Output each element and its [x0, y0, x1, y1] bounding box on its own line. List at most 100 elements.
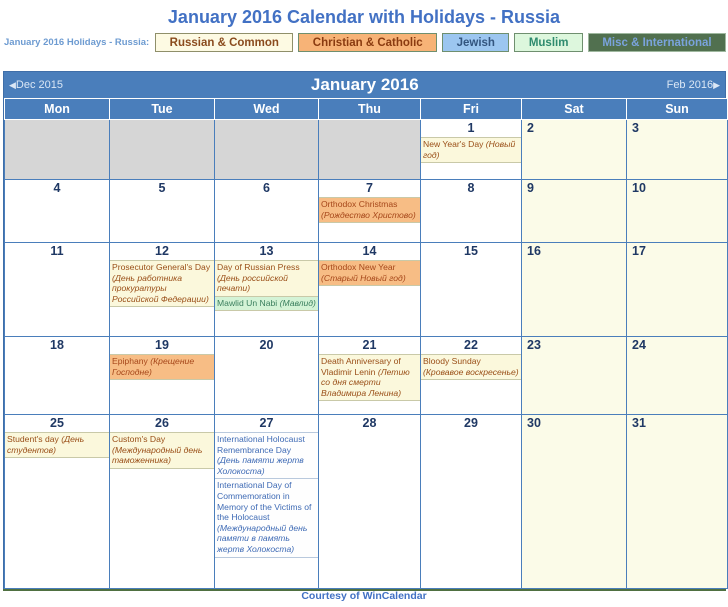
calendar-day-cell[interactable]: 4 — [4, 179, 110, 243]
calendar-day-cell[interactable]: 12 Prosecutor General's Day (День работни… — [109, 242, 215, 337]
calendar-day-cell[interactable]: 31 — [626, 414, 728, 589]
legend-item-christian[interactable]: Christian & Catholic — [298, 32, 438, 52]
day-number: 15 — [464, 244, 478, 258]
next-month-button[interactable]: Feb 2016▶ — [662, 79, 725, 91]
calendar-day-cell[interactable]: 10 — [626, 179, 728, 243]
calendar-day-cell[interactable]: 25 Student's day (День студентов) — [4, 414, 110, 589]
month-title: January 2016 — [310, 75, 419, 94]
footer-credit: Courtesy of WinCalendar — [301, 590, 427, 602]
calendar-day-cell[interactable]: 6 — [214, 179, 319, 243]
day-number: 20 — [259, 338, 274, 352]
calendar-day-cell[interactable]: 7 Orthodox Christmas (Рождество Христово) — [318, 179, 421, 243]
calendar-day-cell[interactable]: 5 — [109, 179, 215, 243]
weekday-header-tue: Tue — [109, 98, 215, 120]
holiday-name-ru: (Старый Новый год) — [321, 272, 406, 283]
day-number: 10 — [632, 181, 646, 195]
day-number: 30 — [527, 416, 541, 430]
day-number: 21 — [362, 338, 377, 352]
holiday-name-en: Orthodox New Year — [321, 262, 396, 272]
holiday-entry: Student's day (День студентов) — [5, 432, 109, 459]
calendar-day-cell[interactable]: 22 Bloody Sunday (Кровавое воскресенье) — [420, 336, 522, 415]
legend-item-russian[interactable]: Russian & Common — [155, 32, 294, 52]
calendar-day-cell[interactable]: 24 — [626, 336, 728, 415]
holiday-entry: Day of Russian Press (День российской пе… — [215, 260, 318, 297]
calendar-day-cell[interactable]: 23 — [521, 336, 627, 415]
prev-month-label: Dec 2015 — [15, 79, 64, 91]
weekday-header-thu: Thu — [318, 98, 421, 120]
calendar-day-cell[interactable]: 13 Day of Russian Press (День российской … — [214, 242, 319, 337]
calendar-cell-empty — [4, 119, 110, 180]
chevron-right-icon: ▶ — [713, 80, 720, 90]
legend-label: January 2016 Holidays - Russia: — [4, 36, 150, 48]
calendar-inner: ◀Dec 2015 January 2016 Feb 2016▶ Mon Tue… — [3, 71, 728, 589]
holiday-entry: Bloody Sunday (Кровавое воскресенье) — [421, 354, 521, 381]
page-title: January 2016 Calendar with Holidays - Ru… — [167, 7, 561, 27]
holiday-name-ru: (Международный день таможенника) — [112, 444, 203, 466]
calendar-day-cell[interactable]: 11 — [4, 242, 110, 337]
calendar-day-cell[interactable]: 29 — [420, 414, 522, 589]
calendar-day-cell[interactable]: 19 Epiphany (Крещение Господне) — [109, 336, 215, 415]
holiday-name-ru: (Кровавое воскресенье) — [423, 366, 519, 377]
calendar-week-row: 18 19 Epiphany (Крещение Господне) 20 21 Deat… — [4, 336, 728, 415]
day-number: 7 — [366, 181, 373, 195]
calendar-day-cell[interactable]: 1 New Year's Day (Новый год) — [420, 119, 522, 180]
calendar-day-cell[interactable]: 18 — [4, 336, 110, 415]
calendar-week-row: 4 5 6 7 Orthodox Christmas (Рождество Христо… — [4, 179, 728, 243]
day-number: 4 — [53, 181, 61, 195]
chevron-left-icon: ◀ — [9, 80, 16, 90]
weekday-header-row: Mon Tue Wed Thu Fri Sat Sun — [4, 98, 728, 120]
holiday-name-en: Bloody Sunday — [423, 356, 481, 366]
day-number: 23 — [527, 338, 541, 352]
calendar-week-row: 25 Student's day (День студентов) 26 Custom… — [4, 414, 728, 589]
calendar-day-cell[interactable]: 15 — [420, 242, 522, 337]
legend-item-muslim[interactable]: Muslim — [514, 32, 583, 52]
calendar-day-cell[interactable]: 27 International Holocaust Remembrance Da… — [214, 414, 319, 589]
day-number: 24 — [632, 338, 646, 352]
next-month-label: Feb 2016 — [666, 79, 714, 91]
calendar-day-cell[interactable]: 14 Orthodox New Year (Старый Новый год) — [318, 242, 421, 337]
calendar-day-cell[interactable]: 9 — [521, 179, 627, 243]
calendar-day-cell[interactable]: 2 — [521, 119, 627, 180]
calendar-grid: Mon Tue Wed Thu Fri Sat Sun 1 New Year's … — [4, 98, 728, 589]
calendar-day-cell[interactable]: 20 — [214, 336, 319, 415]
holiday-name-en: Orthodox Christmas — [321, 199, 398, 209]
holiday-name-ru: (День памяти жертв Холокоста) — [217, 455, 304, 476]
holiday-entry: International Day of Commemoration in Me… — [215, 479, 318, 558]
calendar-day-cell[interactable]: 3 — [626, 119, 728, 180]
calendar-cell-empty — [214, 119, 319, 180]
page-header: January 2016 Calendar with Holidays - Ru… — [0, 0, 728, 53]
day-number: 8 — [467, 181, 475, 195]
calendar-day-cell[interactable]: 30 — [521, 414, 627, 589]
holiday-name-ru: (День российской печати) — [217, 272, 288, 294]
day-number: 5 — [158, 181, 166, 195]
legend-item-misc[interactable]: Misc & International — [587, 32, 727, 52]
holiday-entry: New Year's Day (Новый год) — [421, 137, 521, 164]
calendar-day-cell[interactable]: 21 Death Anniversary of Vladimir Lenin (Л… — [318, 336, 421, 415]
holiday-name-en: International Holocaust Remembrance Day — [217, 434, 305, 455]
calendar-day-cell[interactable]: 26 Custom's Day (Международный день тамож… — [109, 414, 215, 589]
calendar-cell-empty — [318, 119, 421, 180]
prev-month-button[interactable]: ◀Dec 2015 — [4, 79, 68, 91]
weekday-header-wed: Wed — [214, 98, 319, 120]
calendar-week-row: 1 New Year's Day (Новый год) 2 3 — [4, 119, 728, 180]
calendar-day-cell[interactable]: 8 — [420, 179, 522, 243]
day-number: 26 — [155, 416, 169, 430]
holiday-entry: Orthodox New Year (Старый Новый год) — [319, 260, 420, 287]
holiday-name-en: International Day of Commemoration in Me… — [217, 480, 312, 523]
calendar-day-cell[interactable]: 17 — [626, 242, 728, 337]
holiday-name-ru: (Международный день памяти в память жерт… — [217, 522, 308, 554]
day-number: 19 — [155, 338, 169, 352]
legend-item-jewish[interactable]: Jewish — [442, 32, 510, 52]
holiday-entry: Orthodox Christmas (Рождество Христово) — [319, 197, 420, 224]
holiday-name-en: Custom's Day — [112, 434, 166, 444]
day-number: 1 — [467, 121, 475, 135]
weekday-header-sun: Sun — [626, 98, 728, 120]
calendar-day-cell[interactable]: 28 — [318, 414, 421, 589]
day-number: 13 — [259, 244, 274, 258]
calendar-day-cell[interactable]: 16 — [521, 242, 627, 337]
day-number: 6 — [263, 181, 270, 195]
weekday-header-fri: Fri — [420, 98, 522, 120]
holiday-entry: Death Anniversary of Vladimir Lenin (Лет… — [319, 354, 420, 402]
day-number: 14 — [362, 244, 377, 258]
holiday-name-ru: (Мавлид) — [279, 297, 316, 308]
